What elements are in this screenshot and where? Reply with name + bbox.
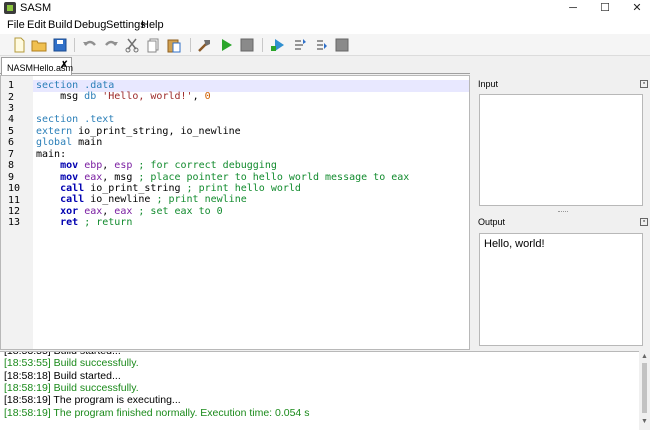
debug-icon[interactable] [270, 37, 286, 53]
build-log: [18:53:55] Build started... [18:53:55] Bu… [0, 351, 650, 430]
scroll-up-icon[interactable]: ▲ [641, 353, 648, 360]
open-folder-icon[interactable] [31, 37, 47, 53]
panel-float-icon[interactable]: ▫ [640, 80, 648, 88]
log-line: [18:58:19] The program finished normally… [4, 406, 310, 419]
toolbar-separator [262, 38, 263, 52]
line-number: 6 [8, 137, 15, 149]
code-line: global main [36, 137, 103, 149]
line-number: 9 [8, 171, 15, 183]
menu-bar: File Edit Build Debug Settings Help [0, 17, 650, 34]
line-number: 5 [8, 125, 15, 137]
toolbar [0, 34, 650, 56]
line-number: 1 [8, 80, 15, 91]
copy-icon[interactable] [145, 37, 161, 53]
close-window-button[interactable]: ✕ [622, 0, 650, 17]
line-number: 4 [8, 114, 15, 126]
tab-nasmhello[interactable]: NASMHello.asm ✗ [1, 57, 73, 75]
menu-debug[interactable]: Debug [74, 19, 106, 31]
toolbar-separator [190, 38, 191, 52]
window-title: SASM [20, 2, 52, 14]
undo-icon[interactable] [82, 37, 98, 53]
tab-close-icon[interactable]: ✗ [60, 60, 68, 71]
log-line: [18:58:19] The program is executing... [4, 394, 181, 407]
line-number: 7 [8, 148, 15, 160]
line-number: 13 [8, 217, 21, 229]
code-line: call io_print_string ; print hello world [60, 182, 301, 194]
maximize-button[interactable]: ☐ [590, 0, 620, 17]
log-line: [18:58:18] Build started... [4, 369, 121, 382]
tab-bar: NASMHello.asm ✗ [0, 57, 470, 75]
menu-build[interactable]: Build [48, 19, 72, 31]
output-area: Hello, world! [479, 233, 643, 346]
panel-float-icon[interactable]: ▫ [640, 218, 648, 226]
line-number: 11 [8, 194, 21, 206]
log-line: [18:53:55] Build successfully. [4, 357, 139, 370]
panel-splitter[interactable] [558, 211, 568, 213]
code-line: mov eax, msg ; place pointer to hello wo… [60, 171, 410, 183]
log-line: [18:53:55] Build started... [4, 351, 121, 357]
code-line: xor eax, eax ; set eax to 0 [60, 205, 223, 217]
toolbar-separator [74, 38, 75, 52]
scroll-down-icon[interactable]: ▼ [641, 418, 648, 425]
output-text: Hello, world! [484, 238, 545, 250]
line-number: 8 [8, 160, 15, 172]
input-panel-label: Input [478, 79, 499, 89]
new-file-icon[interactable] [11, 37, 27, 53]
menu-file[interactable]: File [7, 19, 25, 31]
line-number: 10 [8, 183, 21, 194]
line-number-gutter: 1 2 3 4 5 6 7 8 9 10 11 12 13 [1, 76, 33, 349]
menu-edit[interactable]: Edit [27, 19, 46, 31]
code-line: ret ; return [60, 217, 133, 229]
build-icon[interactable] [197, 37, 213, 53]
stop-icon[interactable] [239, 37, 255, 53]
line-number: 2 [8, 91, 15, 103]
debug-stop-icon[interactable] [334, 37, 350, 53]
redo-icon[interactable] [103, 37, 119, 53]
input-field[interactable] [479, 94, 643, 206]
minimize-button[interactable]: ─ [558, 0, 588, 17]
paste-icon[interactable] [166, 37, 182, 53]
code-editor[interactable]: 1 2 3 4 5 6 7 8 9 10 11 12 13 section .d… [0, 75, 470, 350]
sasm-window: SASM ─ ☐ ✕ File Edit Build Debug Setting… [0, 0, 650, 430]
code-line: msg db 'Hello, world!', 0 [36, 91, 211, 103]
title-bar: SASM ─ ☐ ✕ [0, 0, 650, 17]
code-text: section .data msg db 'Hello, world!', 0 … [36, 80, 409, 229]
code-line: section .text [36, 114, 115, 126]
menu-settings[interactable]: Settings [106, 19, 146, 31]
run-icon[interactable] [218, 37, 234, 53]
log-line: [18:58:19] Build successfully. [4, 381, 139, 394]
output-panel-label: Output [478, 217, 506, 227]
line-number: 12 [8, 206, 21, 217]
menu-help[interactable]: Help [141, 19, 164, 31]
code-line: section .data [36, 80, 115, 91]
save-icon[interactable] [52, 37, 68, 53]
scrollbar-thumb[interactable] [642, 363, 647, 413]
step-over-icon[interactable] [291, 37, 307, 53]
app-logo-icon [4, 2, 16, 14]
code-line: call io_newline ; print newline [60, 194, 247, 206]
code-line: main: [36, 148, 67, 160]
code-line: extern io_print_string, io_newline [36, 125, 241, 137]
cut-icon[interactable] [124, 37, 140, 53]
line-number: 3 [8, 103, 15, 114]
code-line: mov ebp, esp ; for correct debugging [60, 160, 277, 172]
step-into-icon[interactable] [313, 37, 329, 53]
log-scrollbar[interactable]: ▲ ▼ [639, 351, 650, 430]
